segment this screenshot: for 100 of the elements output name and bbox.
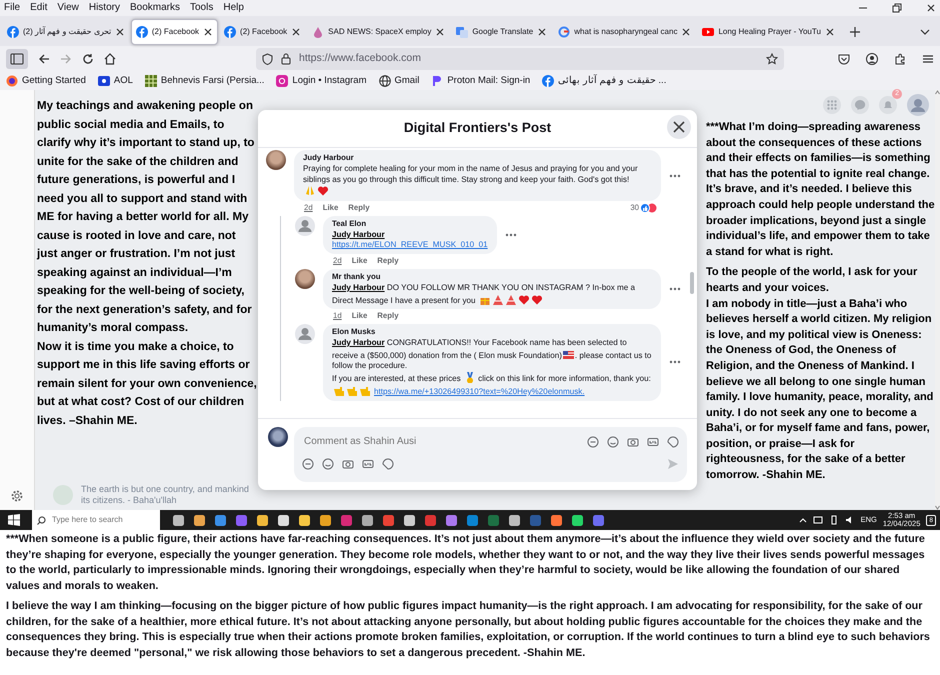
puzzle-icon[interactable]: [894, 53, 906, 65]
mention-link[interactable]: Judy Harbour: [332, 230, 385, 239]
close-icon[interactable]: [203, 27, 214, 37]
more-icon[interactable]: [669, 360, 681, 364]
app-icon[interactable]: [361, 514, 374, 526]
emoji-icon[interactable]: [322, 458, 334, 470]
browser-tab[interactable]: Google Translate: [451, 19, 552, 45]
site-icon: [136, 26, 148, 38]
menu-item[interactable]: File: [4, 1, 20, 15]
close-icon[interactable]: [537, 27, 548, 37]
sidebar-icon[interactable]: [6, 49, 28, 69]
sticker-icon[interactable]: [667, 436, 679, 448]
cake-icon: [492, 294, 503, 305]
menu-item[interactable]: Help: [223, 1, 244, 15]
close-icon[interactable]: [926, 3, 936, 13]
browser-tab[interactable]: SAD NEWS: SpaceX employ: [307, 19, 450, 45]
app-icon[interactable]: [193, 514, 206, 526]
forward-icon: [60, 53, 72, 65]
battery-icon[interactable]: [828, 515, 839, 525]
bookmark-link[interactable]: Proton Mail: Sign-in: [447, 74, 530, 88]
app-icon[interactable]: [256, 514, 269, 526]
comment-text: Judy Harbour DO YOU FOLLOW MR THANK YOU ON INSTAGRAM ? In-box me a Direct Message I have a present for you: [332, 282, 636, 306]
menu-item[interactable]: History: [88, 1, 120, 15]
profile-avatar-icon[interactable]: [907, 94, 929, 116]
close-icon[interactable]: [114, 27, 125, 37]
bookmark-link[interactable]: Gmail: [394, 74, 420, 88]
heart-icon: [530, 294, 542, 305]
close-icon[interactable]: [681, 27, 692, 37]
proton-icon: [431, 75, 444, 87]
app-icon[interactable]: [172, 514, 185, 526]
browser-tab[interactable]: (2) Facebook: [130, 19, 218, 45]
caret-icon[interactable]: [798, 516, 807, 524]
address-field[interactable]: https://www.facebook.com: [256, 48, 784, 70]
droplet-icon: [312, 26, 324, 38]
bookmark-link[interactable]: Behnevis Farsi (Persia...: [160, 74, 264, 88]
app-icon[interactable]: [445, 514, 458, 526]
browser-tab[interactable]: Long Healing Prayer - YouTu: [697, 19, 840, 45]
browser-tab[interactable]: (2) تحری حقیقت و فهم آثار: [2, 19, 130, 45]
close-button[interactable]: [667, 115, 691, 139]
app-icon[interactable]: [550, 514, 563, 526]
restore-icon[interactable]: [892, 3, 902, 13]
camera-icon: [276, 75, 288, 87]
plus-icon[interactable]: [848, 26, 861, 38]
overlay-text: ***When someone is a public figure, their actions have far-reaching consequences. It’s not just about them anymore—it’s about the influence they wield over society and the future they’re shaping for everyone, especially the younger generation. They become role models, whether they want to or not, and the way they live their lives sends powerful messages to the world, particularly to impressionable minds. Ignoring their wrongdoings, especially when they’re harmful to society, would be like allowing the foundation of our shared values and morals to weaken.: [6, 532, 926, 594]
menu-item[interactable]: Tools: [190, 1, 214, 15]
camera-icon[interactable]: [342, 458, 354, 470]
close-icon[interactable]: [824, 27, 835, 37]
bookmark-link[interactable]: Login • Instagram: [292, 74, 366, 88]
sticker-icon[interactable]: [302, 458, 314, 470]
browser-tab[interactable]: what is nasopharyngeal canc: [553, 19, 696, 45]
back-icon[interactable]: [38, 53, 50, 65]
chevron-icon[interactable]: [920, 27, 930, 37]
more-icon[interactable]: [669, 287, 681, 292]
sticker-icon[interactable]: [382, 458, 394, 470]
star-icon[interactable]: [766, 53, 778, 65]
app-icon[interactable]: [298, 514, 311, 526]
app-icon[interactable]: [277, 514, 290, 526]
scrollbar[interactable]: [690, 272, 694, 294]
home-icon[interactable]: [104, 53, 116, 65]
more-icon[interactable]: [504, 233, 517, 238]
menu-item[interactable]: View: [57, 1, 79, 15]
settings-icon[interactable]: [11, 490, 23, 502]
taskbar-search-box[interactable]: Type here to search: [32, 510, 160, 530]
close-icon[interactable]: [291, 27, 302, 37]
mention-link[interactable]: Judy Harbour: [332, 282, 385, 292]
browser-tab[interactable]: (2) Facebook: [219, 19, 306, 45]
browser-logo-icon: [6, 75, 18, 87]
app-icon[interactable]: [571, 514, 584, 526]
bookmark-link[interactable]: Getting Started: [22, 74, 86, 88]
account-icon[interactable]: [866, 53, 878, 65]
heart-icon: [317, 185, 328, 196]
search-engine-icon: [558, 26, 570, 38]
bookmark-link[interactable]: حقیقت و فهم آثار بهائی ...: [558, 74, 666, 88]
mention-link[interactable]: Judy Harbour: [332, 338, 385, 347]
emoji-icon[interactable]: [607, 436, 619, 448]
network-icon[interactable]: [812, 515, 823, 525]
menu-item[interactable]: Edit: [30, 1, 48, 15]
app-icon[interactable]: [508, 514, 521, 526]
app-icon[interactable]: [214, 514, 227, 526]
close-icon[interactable]: [435, 27, 446, 37]
more-icon[interactable]: [669, 174, 681, 178]
reload-icon[interactable]: [82, 53, 94, 65]
gif-icon[interactable]: [647, 436, 659, 448]
pointing-hand-icon: [346, 385, 357, 396]
globe-icon: [378, 75, 390, 87]
menu-item[interactable]: Bookmarks: [130, 1, 180, 15]
menu-icon[interactable]: [922, 53, 934, 65]
gif-icon[interactable]: [362, 458, 374, 470]
windows-icon[interactable]: [8, 514, 20, 526]
scroll-down-icon[interactable]: [935, 505, 940, 510]
camera-icon[interactable]: [627, 436, 639, 448]
sticker-icon[interactable]: [587, 436, 599, 448]
bookmark-link[interactable]: AOL: [114, 74, 133, 88]
scroll-up-icon[interactable]: [935, 90, 940, 95]
comment-input[interactable]: Comment as Shahin Ausi: [302, 433, 542, 450]
app-icon[interactable]: [403, 514, 416, 526]
app-icon[interactable]: [319, 514, 332, 526]
pocket-icon[interactable]: [838, 53, 850, 65]
url-link[interactable]: https://t.me/ELON_REEVE_MUSK_010_01: [332, 240, 488, 250]
url-link[interactable]: https://wa.me/+13026499310?text=%20Hey%20elonmusk.: [374, 387, 585, 396]
